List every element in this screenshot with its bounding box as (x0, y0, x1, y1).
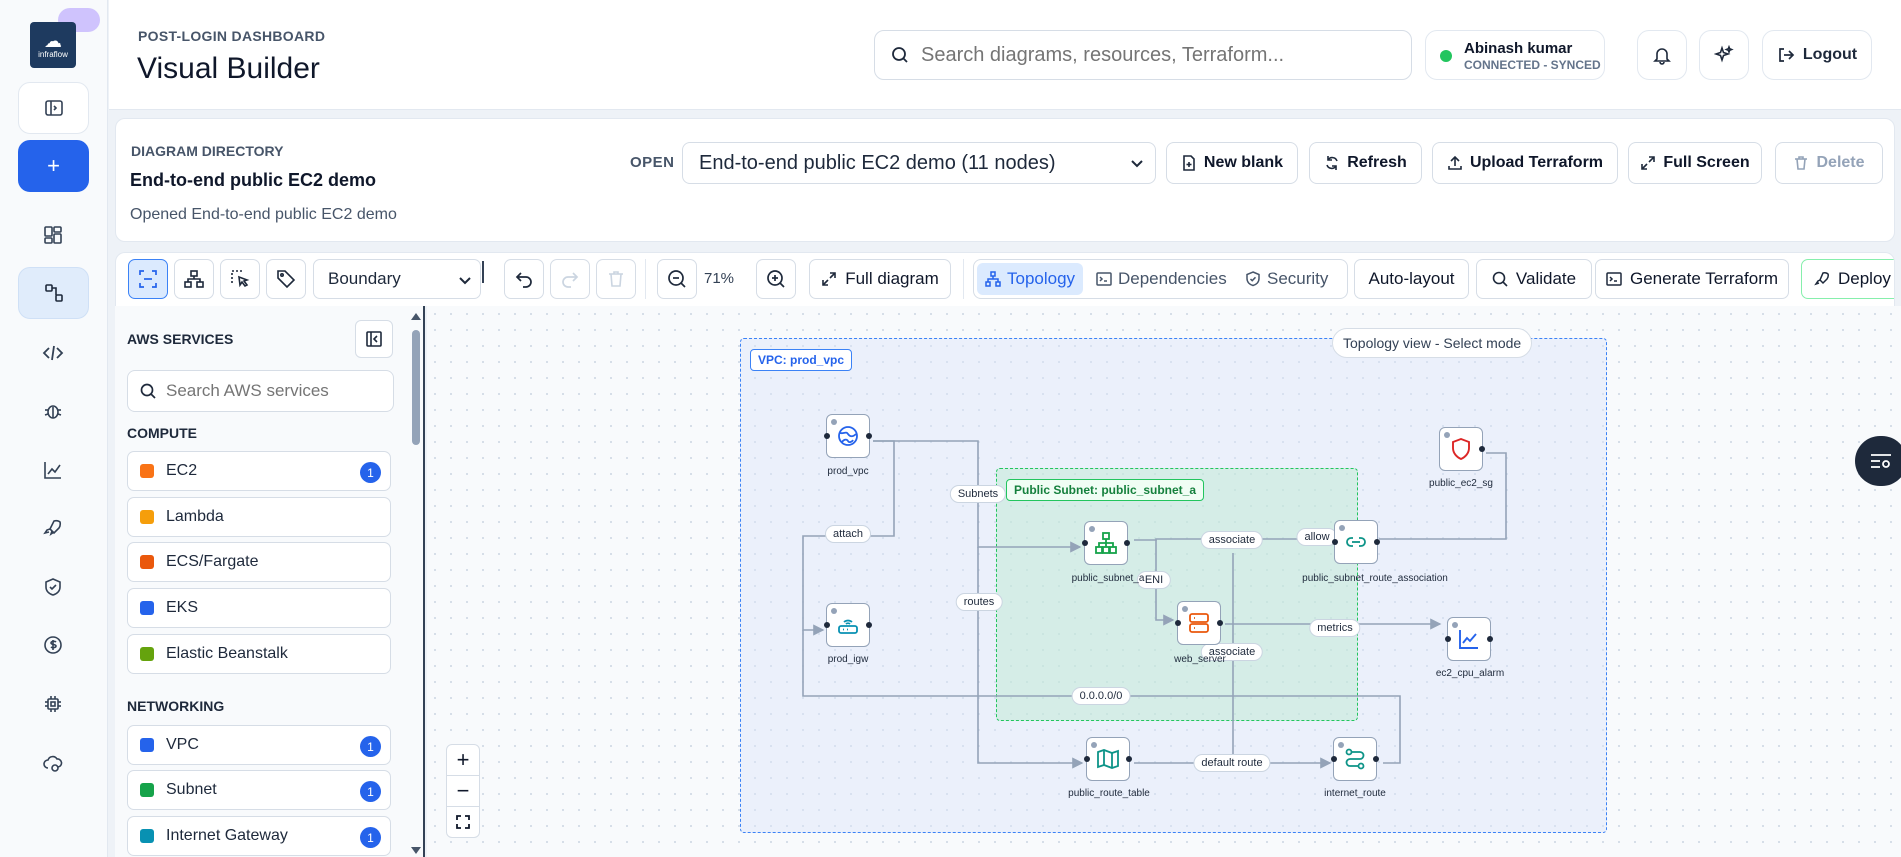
node-label: public_subnet_a (1071, 573, 1145, 584)
port-right[interactable] (866, 622, 872, 628)
node-status-dot (1444, 432, 1450, 438)
fit-view-icon (456, 815, 470, 829)
node-public-ec2-sg[interactable] (1439, 427, 1485, 471)
node-status-dot (831, 608, 837, 614)
node-label: prod_vpc (827, 466, 869, 477)
node-label: prod_igw (827, 654, 869, 665)
network-tree-icon (1095, 532, 1117, 554)
edge-layer (802, 440, 1507, 769)
node-label: internet_route (1324, 788, 1386, 799)
canvas-fit-view-button[interactable] (446, 806, 480, 838)
node-ec2-cpu-alarm[interactable] (1445, 617, 1493, 661)
edge-label-subnets: Subnets (949, 485, 1007, 503)
edge-label-default-route: default route (1193, 754, 1271, 772)
node-label: public_ec2_sg (1429, 478, 1493, 489)
port-left[interactable] (1445, 636, 1451, 642)
node-prod-igw[interactable] (824, 603, 872, 647)
node-internet-route[interactable] (1331, 737, 1379, 781)
node-public-route-table[interactable] (1084, 737, 1132, 781)
node-prod-vpc[interactable] (824, 414, 872, 458)
line-chart-icon (1459, 630, 1478, 649)
node-public-subnet-a[interactable] (1082, 521, 1130, 565)
canvas-zoom-in-button[interactable]: + (446, 744, 480, 776)
node-status-dot (1091, 742, 1097, 748)
plus-icon: + (456, 747, 470, 772)
port-left[interactable] (824, 622, 830, 628)
node-label: ec2_cpu_alarm (1435, 668, 1505, 679)
minus-icon: − (456, 778, 470, 803)
canvas-zoom-out-button[interactable]: − (446, 775, 480, 807)
port-left[interactable] (1175, 620, 1181, 626)
link-icon (1346, 537, 1366, 547)
router-icon (838, 619, 858, 634)
port-right[interactable] (1374, 539, 1380, 545)
port-right[interactable] (866, 433, 872, 439)
vpc-globe-icon (838, 426, 858, 446)
node-web-server[interactable] (1175, 601, 1223, 645)
map-icon (1097, 749, 1119, 769)
edge-label-routes: routes (955, 593, 1003, 611)
floating-panel-toggle[interactable] (1855, 436, 1901, 486)
node-status-dot (831, 419, 837, 425)
node-label: public_route_table (1068, 788, 1150, 799)
port-left[interactable] (1331, 756, 1337, 762)
port-right[interactable] (1373, 756, 1379, 762)
port-right[interactable] (1124, 540, 1130, 546)
server-icon (1189, 613, 1209, 633)
node-status-dot (1452, 622, 1458, 628)
port-left[interactable] (1332, 539, 1338, 545)
port-left[interactable] (1084, 756, 1090, 762)
port-left[interactable] (1082, 540, 1088, 546)
edge-label-metrics: metrics (1309, 619, 1361, 637)
port-right[interactable] (1126, 756, 1132, 762)
node-route-association[interactable] (1332, 520, 1380, 564)
shield-icon (1452, 437, 1470, 461)
edge-label-cidr: 0.0.0.0/0 (1071, 687, 1131, 705)
edge-label-attach: attach (825, 525, 871, 543)
node-status-dot (1089, 526, 1095, 532)
node-status-dot (1338, 742, 1344, 748)
route-icon (1345, 748, 1365, 770)
edge-label-associate-top: associate (1200, 531, 1264, 549)
node-label: public_subnet_route_association (1302, 573, 1448, 584)
port-right[interactable] (1479, 446, 1485, 452)
port-left[interactable] (824, 433, 830, 439)
node-status-dot (1182, 606, 1188, 612)
list-settings-icon (1871, 454, 1891, 468)
node-status-dot (1339, 525, 1345, 531)
port-right[interactable] (1217, 620, 1223, 626)
node-label: web_server (1174, 654, 1226, 665)
port-right[interactable] (1487, 636, 1493, 642)
edge-routes (977, 547, 1084, 769)
